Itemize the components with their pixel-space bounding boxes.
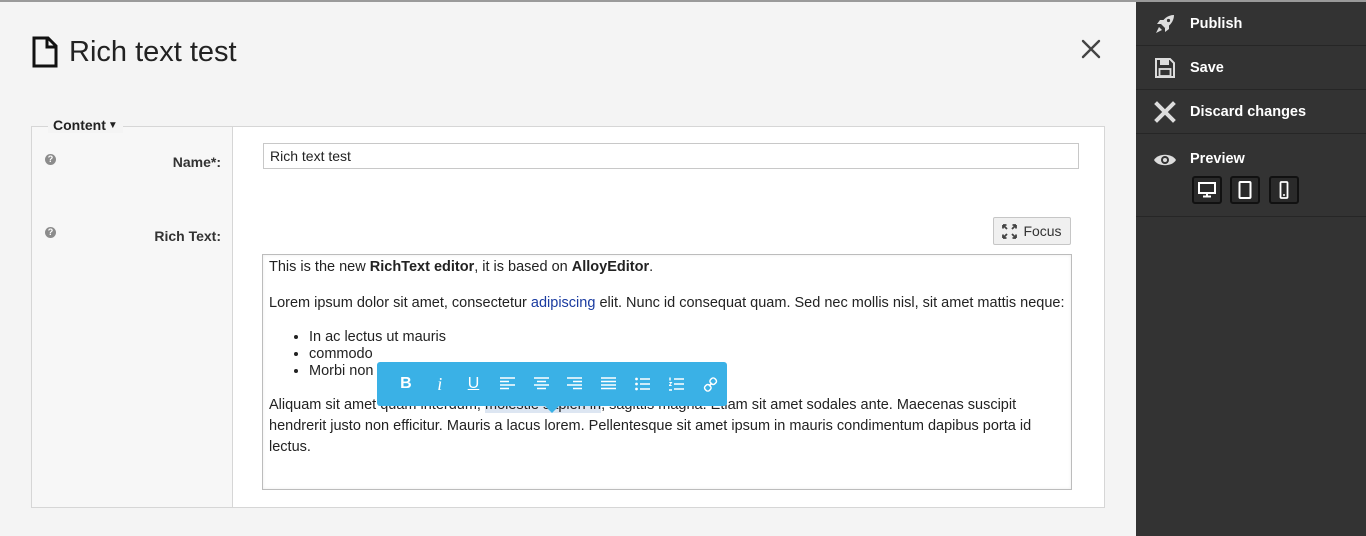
discard-changes-button[interactable]: Discard changes xyxy=(1136,90,1366,134)
preview-mobile-button[interactable] xyxy=(1269,176,1299,204)
close-icon[interactable] xyxy=(1078,36,1104,62)
numbered-list-button[interactable] xyxy=(659,362,693,406)
labels-column: ? Name*: ? Rich Text: xyxy=(32,127,233,507)
discard-x-icon xyxy=(1154,100,1176,123)
bold-icon: B xyxy=(400,375,412,392)
editor-paragraph: Lorem ipsum dolor sit amet, consectetur … xyxy=(269,293,1065,314)
link-icon xyxy=(703,376,717,392)
text-run: This is the new xyxy=(269,259,370,275)
bulleted-list-icon xyxy=(635,377,650,391)
preview-label: Preview xyxy=(1190,151,1245,167)
save-label: Save xyxy=(1190,59,1224,76)
text-link[interactable]: adipiscing xyxy=(531,295,596,311)
bold-text: RichText editor xyxy=(369,259,475,275)
editor-paragraph: This is the new RichText editor, it is b… xyxy=(269,257,1065,278)
richtext-label: Rich Text: xyxy=(154,228,221,244)
bulleted-list-button[interactable] xyxy=(626,362,660,406)
text-run: elit. Nunc id consequat quam. Sed nec mo… xyxy=(595,295,1065,311)
align-justify-button[interactable] xyxy=(592,362,626,406)
bold-text: AlloyEditor xyxy=(571,259,650,275)
underline-icon: U xyxy=(467,375,480,392)
italic-button[interactable]: i xyxy=(423,362,457,406)
name-label: Name*: xyxy=(172,154,221,170)
tablet-icon xyxy=(1238,181,1252,199)
discard-label: Discard changes xyxy=(1190,103,1307,120)
align-justify-icon xyxy=(601,377,617,390)
focus-button[interactable]: Focus xyxy=(993,217,1071,245)
italic-icon: i xyxy=(437,373,443,394)
name-input[interactable]: Rich text test xyxy=(263,143,1079,169)
mobile-icon xyxy=(1279,181,1289,199)
preview-tablet-button[interactable] xyxy=(1230,176,1260,204)
save-button[interactable]: Save xyxy=(1136,46,1366,90)
floppy-disk-icon xyxy=(1155,57,1175,78)
align-left-button[interactable] xyxy=(490,362,524,406)
sidebar: Publish Save Discard changes Preview xyxy=(1136,2,1366,536)
publish-button[interactable]: Publish xyxy=(1136,2,1366,46)
underline-button[interactable]: U xyxy=(457,362,491,406)
eye-icon xyxy=(1154,154,1176,166)
align-left-icon xyxy=(499,377,515,390)
page-title: Rich text test xyxy=(69,35,237,68)
formatting-toolbar: B i U xyxy=(377,362,727,413)
preview-desktop-button[interactable] xyxy=(1192,176,1222,204)
align-right-icon xyxy=(567,377,583,390)
document-icon xyxy=(32,36,58,68)
focus-label: Focus xyxy=(1023,223,1062,239)
bold-button[interactable]: B xyxy=(389,362,423,406)
main-area: Rich text test ? Name*: ? Rich Text: Con… xyxy=(0,2,1136,536)
expand-icon xyxy=(1002,223,1018,239)
content-panel: ? Name*: ? Rich Text: Content ▼ Rich text… xyxy=(31,117,1105,508)
text-run: . xyxy=(649,259,654,275)
publish-label: Publish xyxy=(1190,15,1243,32)
desktop-icon xyxy=(1198,182,1216,198)
align-right-button[interactable] xyxy=(558,362,592,406)
link-button[interactable] xyxy=(693,362,727,406)
caret-down-icon: ▼ xyxy=(107,120,118,131)
toolbar-pointer xyxy=(545,406,559,413)
page-header: Rich text test xyxy=(32,32,237,72)
align-center-icon xyxy=(533,377,549,390)
text-run: Lorem ipsum dolor sit amet, consectetur xyxy=(269,295,531,311)
list-item: commodo xyxy=(309,346,1065,363)
content-group-toggle[interactable]: Content ▼ xyxy=(48,117,123,133)
list-item: In ac lectus ut mauris xyxy=(309,329,1065,346)
numbered-list-icon xyxy=(668,377,684,391)
text-run: , it is based on xyxy=(474,259,572,275)
group-legend: Content xyxy=(53,117,106,133)
rocket-icon xyxy=(1156,14,1174,33)
align-center-button[interactable] xyxy=(524,362,558,406)
